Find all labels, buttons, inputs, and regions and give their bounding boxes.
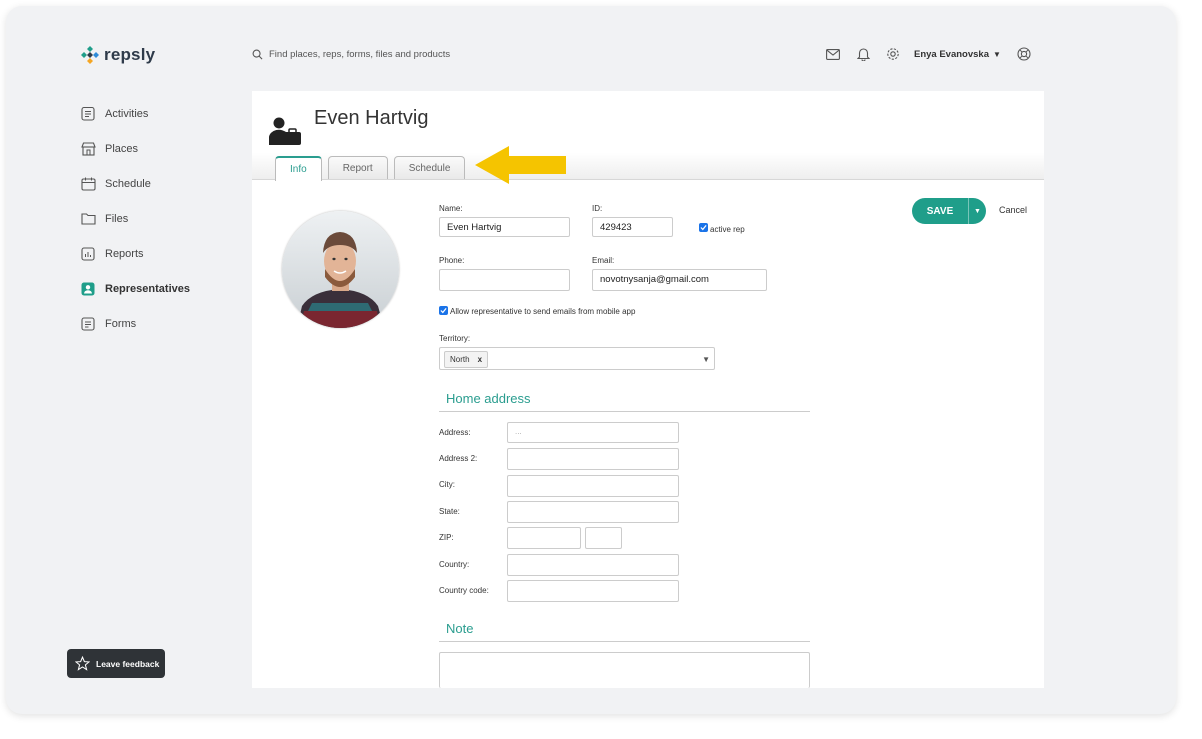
cancel-button[interactable]: Cancel <box>999 205 1027 215</box>
address-field[interactable]: ... <box>507 422 679 443</box>
sidebar-item-label: Files <box>105 212 129 225</box>
sidebar-item-label: Activities <box>105 107 149 120</box>
city-label: City: <box>439 480 455 489</box>
sidebar-item-label: Representatives <box>105 282 190 295</box>
save-label: SAVE <box>926 205 954 217</box>
sidebar-item-places[interactable]: Places <box>80 131 190 166</box>
sidebar: Activities Places Schedule Files Reports… <box>80 96 190 341</box>
leave-feedback-button[interactable]: Leave feedback <box>67 649 165 678</box>
chevron-down-icon[interactable]: ▼ <box>702 355 710 364</box>
activities-icon <box>80 106 96 122</box>
territory-chip-label: North <box>450 355 470 364</box>
email-field[interactable]: novotnysanja@gmail.com <box>592 269 767 291</box>
sidebar-item-label: Forms <box>105 317 137 330</box>
places-icon <box>80 141 96 157</box>
folder-icon <box>80 211 96 227</box>
representative-icon <box>269 117 301 145</box>
tab-schedule[interactable]: Schedule <box>393 156 466 179</box>
address2-label: Address 2: <box>439 454 478 463</box>
sidebar-item-label: Places <box>105 142 139 155</box>
name-field[interactable]: Even Hartvig <box>439 217 570 237</box>
logo-icon <box>81 46 99 64</box>
country-field[interactable] <box>507 554 679 576</box>
logo-text: repsly <box>104 45 156 64</box>
address2-field[interactable] <box>507 448 679 470</box>
tab-bar: Info Report Schedule <box>275 156 471 181</box>
bell-icon[interactable] <box>854 45 872 63</box>
feedback-label: Leave feedback <box>96 658 160 669</box>
state-label: State: <box>439 507 460 516</box>
phone-label: Phone: <box>439 256 465 265</box>
divider <box>439 641 810 642</box>
allow-email-checkbox[interactable] <box>439 306 448 315</box>
note-textarea[interactable] <box>439 652 810 688</box>
help-icon[interactable] <box>1015 45 1033 63</box>
checkmark-icon <box>700 225 707 231</box>
territory-select[interactable]: North x ▼ <box>439 347 715 370</box>
representative-name: Even Hartvig <box>314 107 429 129</box>
active-rep-checkbox[interactable] <box>699 223 708 232</box>
top-toolbar: Enya Evanovska ▼ <box>824 45 1045 63</box>
id-label: ID: <box>592 204 603 213</box>
name-label: Name: <box>439 204 463 213</box>
mail-icon[interactable] <box>824 45 842 63</box>
avatar[interactable] <box>282 211 399 328</box>
gear-icon[interactable] <box>884 45 902 63</box>
country-code-field[interactable] <box>507 580 679 602</box>
representatives-icon <box>80 281 96 297</box>
address-label: Address: <box>439 428 471 437</box>
sidebar-item-files[interactable]: Files <box>80 201 190 236</box>
phone-field[interactable] <box>439 269 570 291</box>
sidebar-item-representatives[interactable]: Representatives <box>80 271 190 306</box>
repsly-logo[interactable]: repsly <box>80 45 155 65</box>
country-label: Country: <box>439 560 470 569</box>
chevron-down-icon[interactable]: ▼ <box>993 50 1001 59</box>
save-options-dropdown[interactable]: ▼ <box>969 208 986 215</box>
star-icon <box>75 656 90 671</box>
search-placeholder: Find places, reps, forms, files and prod… <box>269 49 451 60</box>
zip-label: ZIP: <box>439 533 454 542</box>
territory-label: Territory: <box>439 334 471 343</box>
calendar-icon <box>80 176 96 192</box>
territory-chip[interactable]: North x <box>444 351 489 368</box>
reports-icon <box>80 246 96 262</box>
zip-extension-field[interactable] <box>585 527 622 549</box>
search-icon <box>252 49 263 60</box>
id-field[interactable]: 429423 <box>592 217 673 237</box>
zip-field[interactable] <box>507 527 581 549</box>
sidebar-item-reports[interactable]: Reports <box>80 236 190 271</box>
allow-email-label: Allow representative to send emails from… <box>450 307 636 316</box>
panel-header: Even Hartvig Info Report Schedule <box>252 91 1044 181</box>
active-rep-label: active rep <box>710 225 745 234</box>
sidebar-item-activities[interactable]: Activities <box>80 96 190 131</box>
divider <box>439 411 810 412</box>
tab-info[interactable]: Info <box>275 156 322 181</box>
note-heading: Note <box>446 621 474 636</box>
home-address-heading: Home address <box>446 391 531 406</box>
email-label: Email: <box>592 256 615 265</box>
save-button[interactable]: SAVE ▼ <box>912 198 986 224</box>
city-field[interactable] <box>507 475 679 497</box>
sidebar-item-label: Schedule <box>105 177 151 190</box>
global-search[interactable]: Find places, reps, forms, files and prod… <box>252 49 450 60</box>
remove-chip-button[interactable]: x <box>478 355 482 364</box>
yellow-arrow-annotation <box>475 146 566 184</box>
tab-report[interactable]: Report <box>327 156 388 179</box>
sidebar-item-label: Reports <box>105 247 144 260</box>
sidebar-item-forms[interactable]: Forms <box>80 306 190 341</box>
checkmark-icon <box>440 308 447 314</box>
forms-icon <box>80 316 96 332</box>
country-code-label: Country code: <box>439 586 489 595</box>
state-field[interactable] <box>507 501 679 523</box>
sidebar-item-schedule[interactable]: Schedule <box>80 166 190 201</box>
user-menu[interactable]: Enya Evanovska <box>914 49 989 60</box>
